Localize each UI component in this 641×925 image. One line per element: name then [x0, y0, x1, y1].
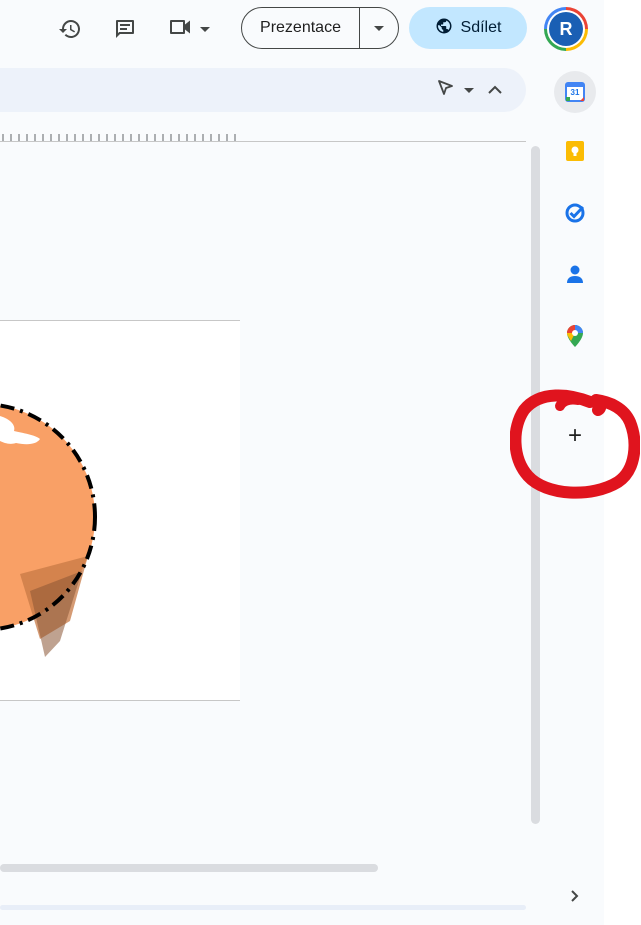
- collapse-toolbar-button[interactable]: [477, 72, 513, 108]
- slide-canvas[interactable]: [0, 320, 240, 701]
- version-history-icon[interactable]: [52, 11, 88, 47]
- google-contacts-icon: [566, 264, 584, 289]
- chevron-right-icon: [571, 889, 579, 907]
- google-tasks-icon: [564, 202, 586, 229]
- ruler-divider: [0, 141, 526, 142]
- share-label: Sdílet: [460, 19, 502, 36]
- cursor-arrow-icon: [436, 78, 456, 103]
- calendar-day-number: 31: [570, 88, 580, 97]
- google-calendar-icon: 31: [565, 82, 585, 102]
- keep-app-button[interactable]: [554, 132, 596, 174]
- google-keep-icon: [565, 140, 585, 167]
- filmstrip-divider: [0, 905, 526, 910]
- add-addon-button[interactable]: +: [554, 415, 596, 457]
- avatar: R: [549, 12, 583, 46]
- present-button-group: Prezentace: [241, 7, 399, 49]
- calendar-app-button[interactable]: 31: [554, 71, 596, 113]
- show-side-panel-button[interactable]: [564, 887, 586, 909]
- meet-button[interactable]: [168, 15, 218, 43]
- present-options-dropdown[interactable]: [360, 8, 398, 48]
- horizontal-scrollbar[interactable]: [0, 864, 378, 872]
- comment-icon[interactable]: [107, 11, 143, 47]
- contacts-app-button[interactable]: [554, 255, 596, 297]
- select-tool-button[interactable]: [436, 78, 478, 102]
- account-avatar-button[interactable]: R: [544, 7, 588, 51]
- maps-app-button[interactable]: [554, 317, 596, 359]
- chevron-down-icon: [200, 20, 210, 38]
- present-button[interactable]: Prezentace: [242, 8, 360, 48]
- chevron-up-icon: [488, 81, 502, 99]
- globe-icon: [435, 17, 453, 40]
- slide-image-shape[interactable]: [0, 321, 240, 701]
- share-button[interactable]: Sdílet: [409, 7, 527, 49]
- tasks-app-button[interactable]: [554, 194, 596, 236]
- video-camera-icon: [168, 16, 194, 43]
- google-maps-icon: [567, 324, 583, 352]
- chevron-down-icon: [374, 19, 384, 37]
- chevron-down-icon: [464, 81, 474, 99]
